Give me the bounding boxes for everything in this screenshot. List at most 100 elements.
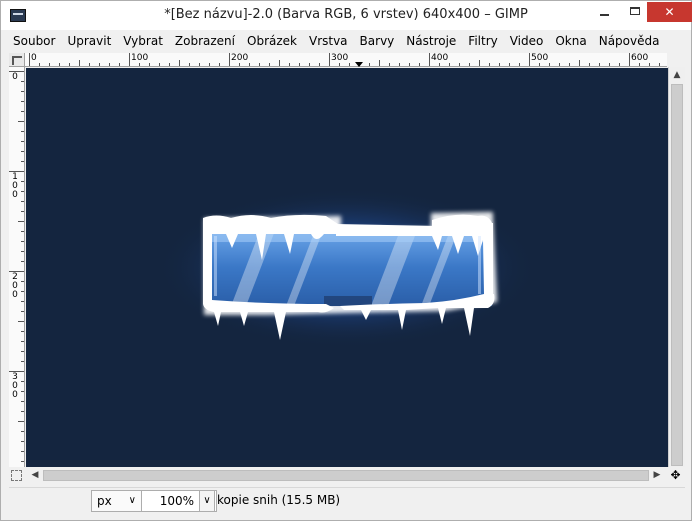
ruler-tick: [389, 63, 390, 66]
ruler-tick: [18, 121, 24, 122]
ruler-pointer-marker: [355, 62, 363, 67]
ruler-tick: [21, 461, 24, 462]
menu-zobrazeni[interactable]: Zobrazení: [169, 31, 241, 51]
ruler-tick: [21, 211, 24, 212]
maximize-icon: [630, 7, 640, 15]
ruler-tick: [21, 441, 24, 442]
ruler-tick: [309, 63, 310, 66]
ruler-tick: [379, 60, 380, 66]
ruler-tick: [59, 63, 60, 66]
vertical-scrollbar[interactable]: ▲: [668, 67, 685, 467]
ruler-tick: [619, 63, 620, 66]
menu-soubor[interactable]: Soubor: [9, 31, 61, 51]
ruler-tick: [18, 321, 24, 322]
ruler-corner-menu-button[interactable]: [9, 53, 25, 67]
ruler-tick: [21, 161, 24, 162]
ruler-tick: [139, 63, 140, 66]
ruler-tick: [21, 201, 24, 202]
menu-upravit[interactable]: Upravit: [61, 31, 117, 51]
ruler-tick: [479, 60, 480, 66]
gimp-window: *[Bez názvu]-2.0 (Barva RGB, 6 vrstev) 6…: [0, 0, 692, 521]
ruler-label: 100: [131, 53, 149, 63]
ruler-tick: [21, 111, 24, 112]
ruler-tick: [369, 63, 370, 66]
close-button[interactable]: ✕: [647, 2, 692, 22]
ruler-tick: [39, 63, 40, 66]
ruler-tick: [21, 341, 24, 342]
ruler-tick: [469, 63, 470, 66]
zoom-dropdown-button[interactable]: ∨: [199, 490, 215, 512]
ruler-tick: [21, 251, 24, 252]
ruler-tick: [459, 63, 460, 66]
ruler-tick: [239, 63, 240, 66]
ruler-tick: [179, 60, 180, 66]
ruler-label: 500: [531, 53, 549, 63]
ruler-tick: [21, 351, 24, 352]
maximize-button[interactable]: [621, 2, 649, 22]
zoom-follow-corner: [668, 53, 685, 67]
ruler-tick: [159, 63, 160, 66]
quick-mask-toggle-icon[interactable]: [11, 470, 22, 481]
ruler-tick: [519, 63, 520, 66]
ruler-tick: [339, 63, 340, 66]
scroll-up-arrow-icon[interactable]: ▲: [669, 67, 685, 83]
window-title: *[Bez názvu]-2.0 (Barva RGB, 6 vrstev) 6…: [164, 7, 528, 22]
ruler-tick: [429, 53, 430, 66]
menu-vrstva[interactable]: Vrstva: [303, 31, 354, 51]
menu-filtry[interactable]: Filtry: [462, 31, 503, 51]
ruler-tick: [569, 63, 570, 66]
ruler-tick: [259, 63, 260, 66]
vertical-ruler[interactable]: 0 100 200 300: [9, 67, 25, 467]
scroll-left-arrow-icon[interactable]: ◀: [27, 467, 43, 484]
ruler-label: 400: [431, 53, 449, 63]
ruler-tick: [629, 53, 630, 66]
ruler-tick: [21, 151, 24, 152]
chevron-down-icon: ∨: [128, 495, 136, 506]
ruler-tick: [399, 63, 400, 66]
menu-vybrat[interactable]: Vybrat: [117, 31, 169, 51]
ruler-tick: [21, 81, 24, 82]
ruler-tick: [509, 63, 510, 66]
ruler-tick: [269, 63, 270, 66]
ruler-tick: [589, 63, 590, 66]
ruler-tick: [279, 60, 280, 66]
ruler-tick: [149, 63, 150, 66]
navigate-image-icon[interactable]: ✥: [668, 468, 683, 483]
close-icon: ✕: [664, 5, 675, 19]
title-bar[interactable]: *[Bez názvu]-2.0 (Barva RGB, 6 vrstev) 6…: [1, 1, 692, 30]
ruler-tick: [129, 53, 130, 66]
ruler-tick: [89, 63, 90, 66]
unit-value: px: [97, 494, 112, 508]
ruler-tick: [229, 53, 230, 66]
ruler-label: 0: [12, 72, 18, 82]
horizontal-scroll-thumb[interactable]: [43, 470, 649, 481]
ruler-tick: [489, 63, 490, 66]
ruler-tick: [21, 101, 24, 102]
ruler-tick: [449, 63, 450, 66]
ruler-tick: [299, 63, 300, 66]
ruler-tick: [21, 241, 24, 242]
ruler-tick: [549, 63, 550, 66]
menu-obrazek[interactable]: Obrázek: [241, 31, 303, 51]
menu-bar: Soubor Upravit Vybrat Zobrazení Obrázek …: [9, 31, 685, 51]
scroll-right-arrow-icon[interactable]: ▶: [649, 467, 665, 484]
menu-okna[interactable]: Okna: [549, 31, 592, 51]
unit-select[interactable]: px ∨: [91, 490, 143, 512]
ruler-tick: [599, 63, 600, 66]
vertical-scroll-thumb[interactable]: [671, 84, 683, 466]
menu-barvy[interactable]: Barvy: [354, 31, 401, 51]
ruler-tick: [18, 221, 24, 222]
horizontal-ruler[interactable]: 0 100 200 300 400 500 600: [25, 53, 667, 67]
ruler-tick: [21, 301, 24, 302]
horizontal-scrollbar-row: ◀ ▶ ✥: [9, 467, 685, 484]
image-canvas[interactable]: [26, 68, 668, 467]
ruler-label: 600: [631, 53, 649, 63]
menu-nastroje[interactable]: Nástroje: [400, 31, 462, 51]
menu-video[interactable]: Video: [504, 31, 550, 51]
ruler-tick: [409, 63, 410, 66]
ruler-tick: [21, 391, 24, 392]
minimize-button[interactable]: [591, 2, 619, 22]
ruler-tick: [21, 91, 24, 92]
ruler-tick: [349, 63, 350, 66]
menu-napoveda[interactable]: Nápověda: [593, 31, 666, 51]
